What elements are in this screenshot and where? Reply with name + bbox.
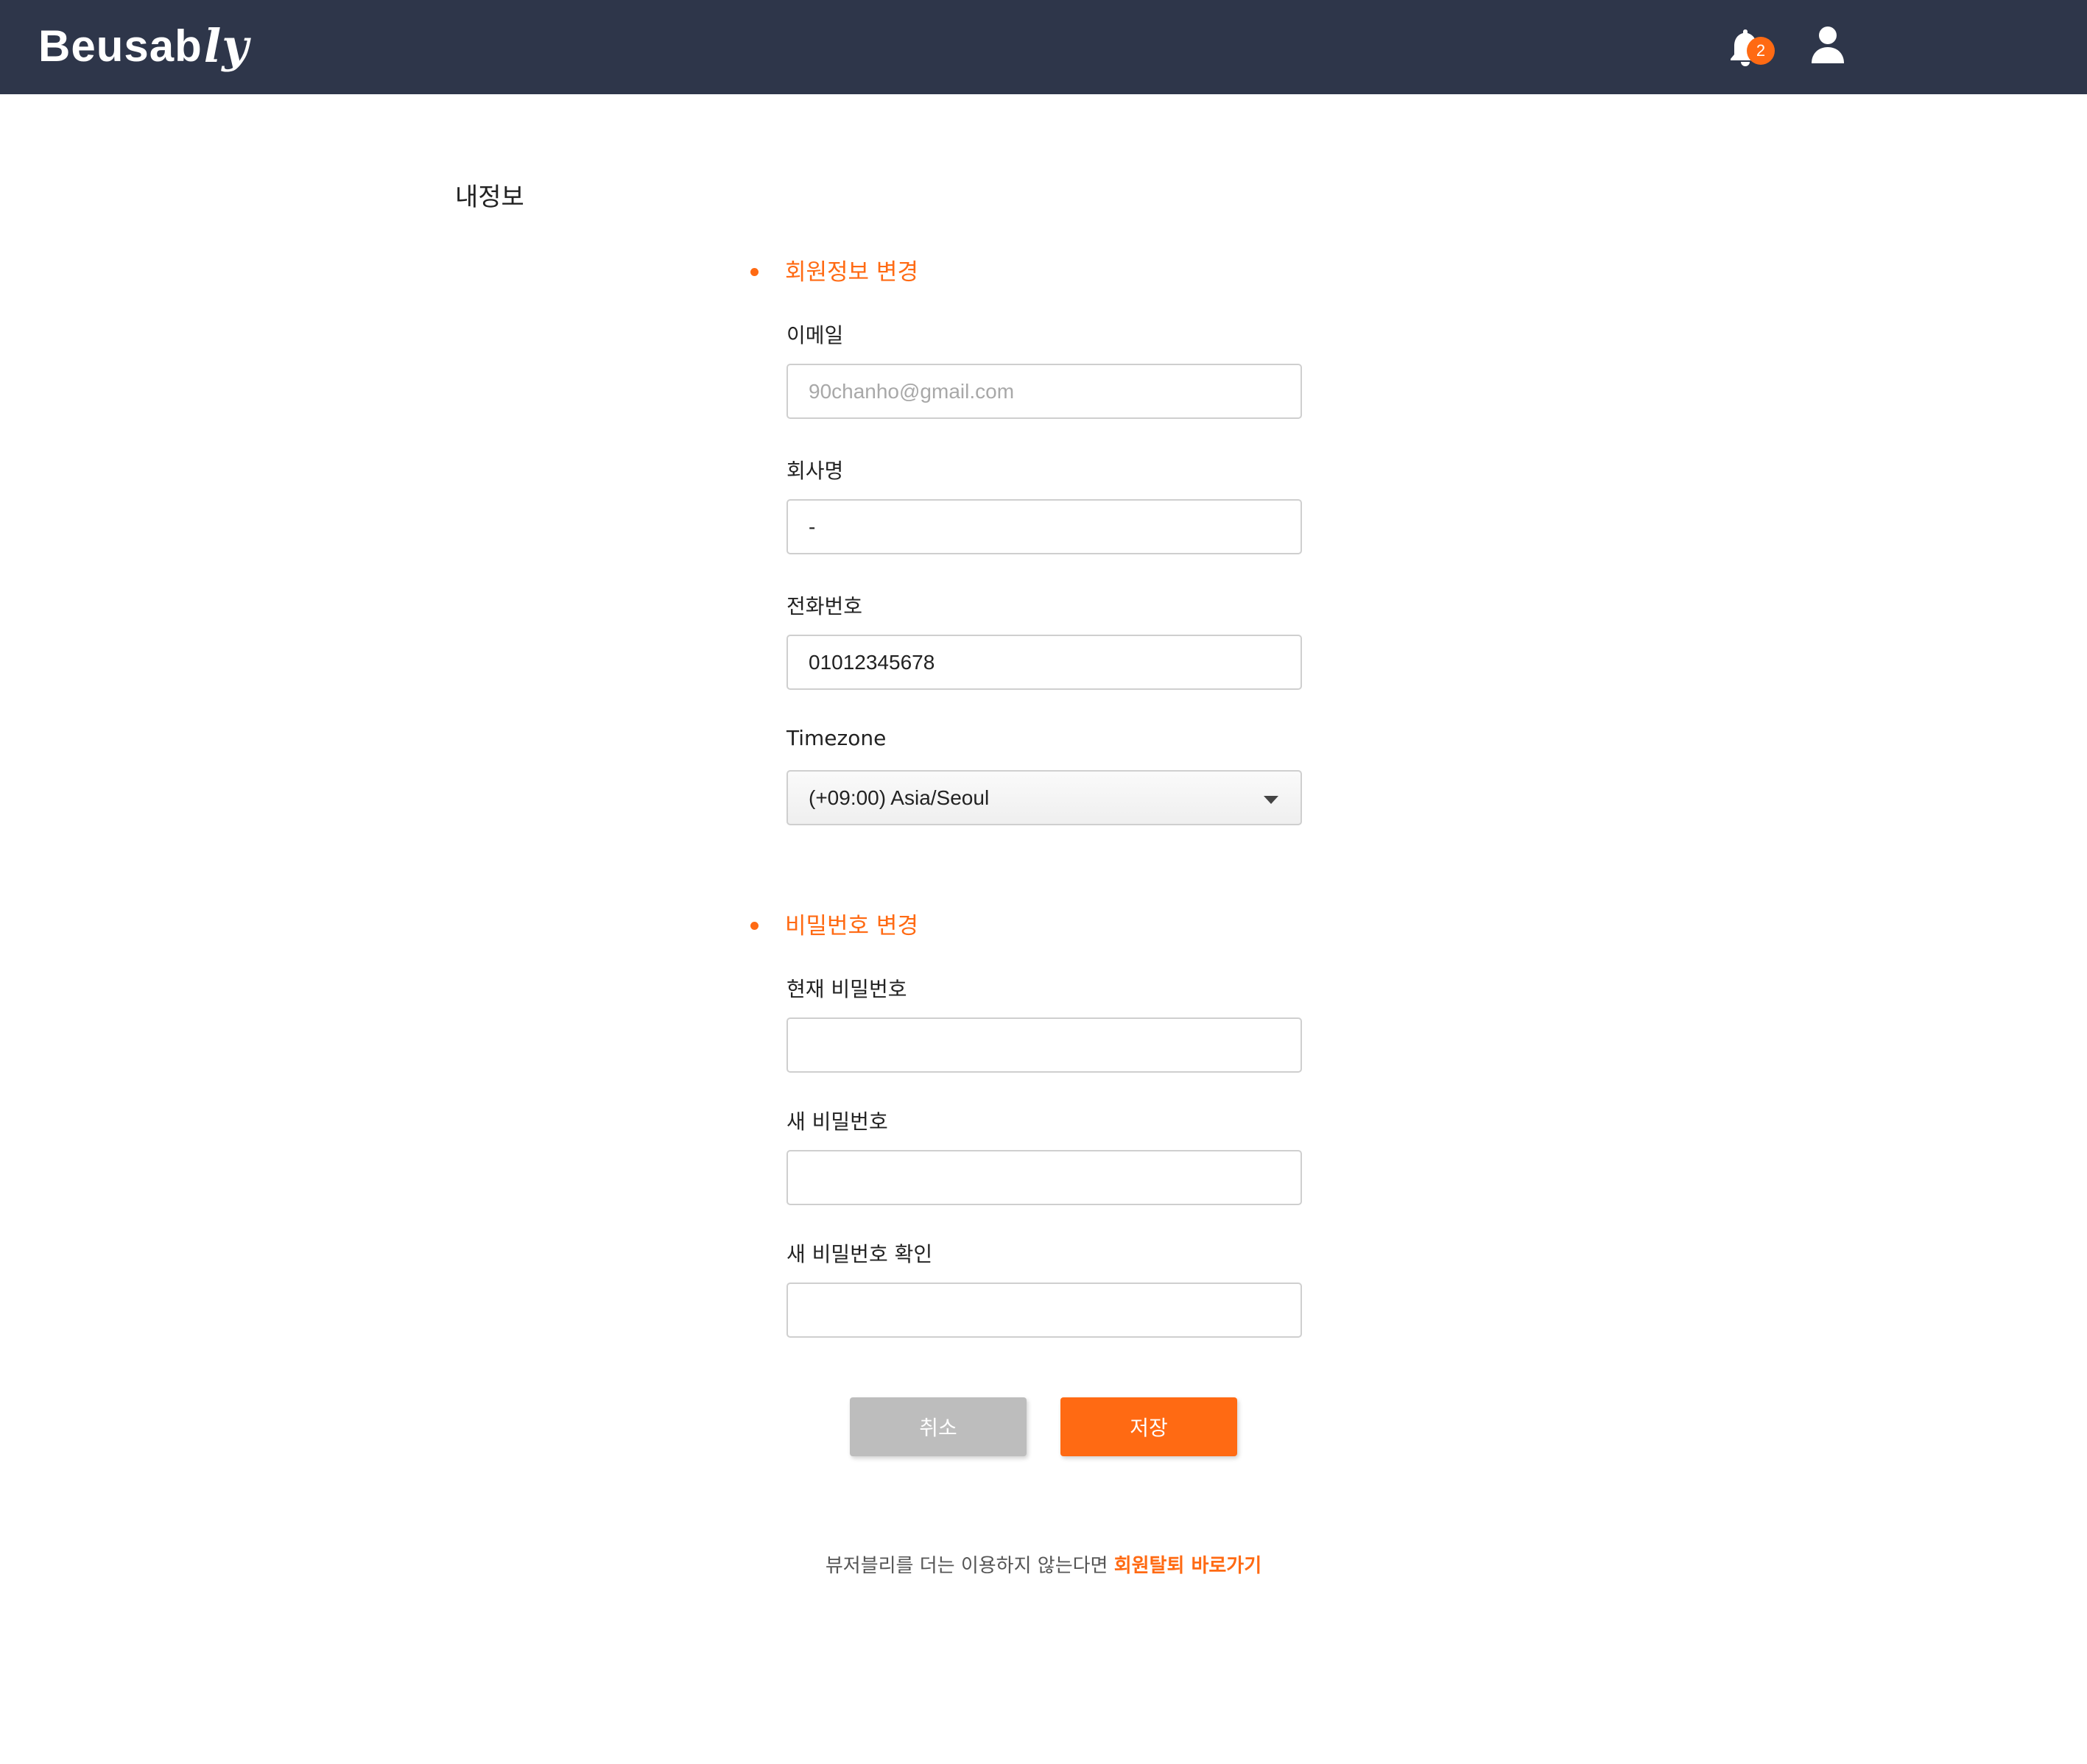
notification-badge: 2: [1747, 37, 1775, 65]
cancel-button[interactable]: 취소: [850, 1397, 1027, 1456]
phone-field[interactable]: 01012345678: [786, 635, 1302, 690]
company-field[interactable]: -: [786, 499, 1302, 554]
top-navbar: Beusab ly 2: [0, 0, 2087, 94]
withdraw-note-text: 뷰저블리를 더는 이용하지 않는다면: [825, 1555, 1114, 1577]
company-label: 회사명: [786, 459, 844, 483]
timezone-label: Timezone: [786, 726, 887, 750]
email-field[interactable]: 90chanho@gmail.com: [786, 364, 1302, 419]
new-password-label: 새 비밀번호: [786, 1109, 888, 1134]
confirm-password-field[interactable]: [786, 1283, 1302, 1338]
brand-logo[interactable]: Beusab ly: [38, 16, 249, 75]
email-label: 이메일: [786, 323, 844, 347]
confirm-password-label: 새 비밀번호 확인: [786, 1242, 933, 1266]
page-title: 내정보: [455, 183, 524, 212]
timezone-value: (+09:00) Asia/Seoul: [809, 786, 990, 809]
section-bullet: [750, 922, 759, 930]
phone-label: 전화번호: [786, 594, 863, 618]
current-password-field[interactable]: [786, 1017, 1302, 1073]
withdraw-link[interactable]: 회원탈퇴 바로가기: [1114, 1555, 1261, 1577]
password-section-title: 비밀번호 변경: [785, 913, 918, 939]
profile-section-title: 회원정보 변경: [785, 259, 918, 286]
current-password-label: 현재 비밀번호: [786, 977, 907, 1001]
new-password-field[interactable]: [786, 1150, 1302, 1205]
save-button[interactable]: 저장: [1060, 1397, 1237, 1456]
logo-suffix: ly: [203, 18, 250, 73]
user-icon[interactable]: [1809, 25, 1847, 65]
withdraw-note: 뷰저블리를 더는 이용하지 않는다면 회원탈퇴 바로가기: [0, 1550, 2087, 1578]
chevron-down-icon: [1264, 796, 1278, 804]
timezone-select[interactable]: (+09:00) Asia/Seoul: [786, 770, 1302, 825]
logo-text: Beusab: [38, 21, 203, 71]
section-bullet: [750, 268, 759, 276]
